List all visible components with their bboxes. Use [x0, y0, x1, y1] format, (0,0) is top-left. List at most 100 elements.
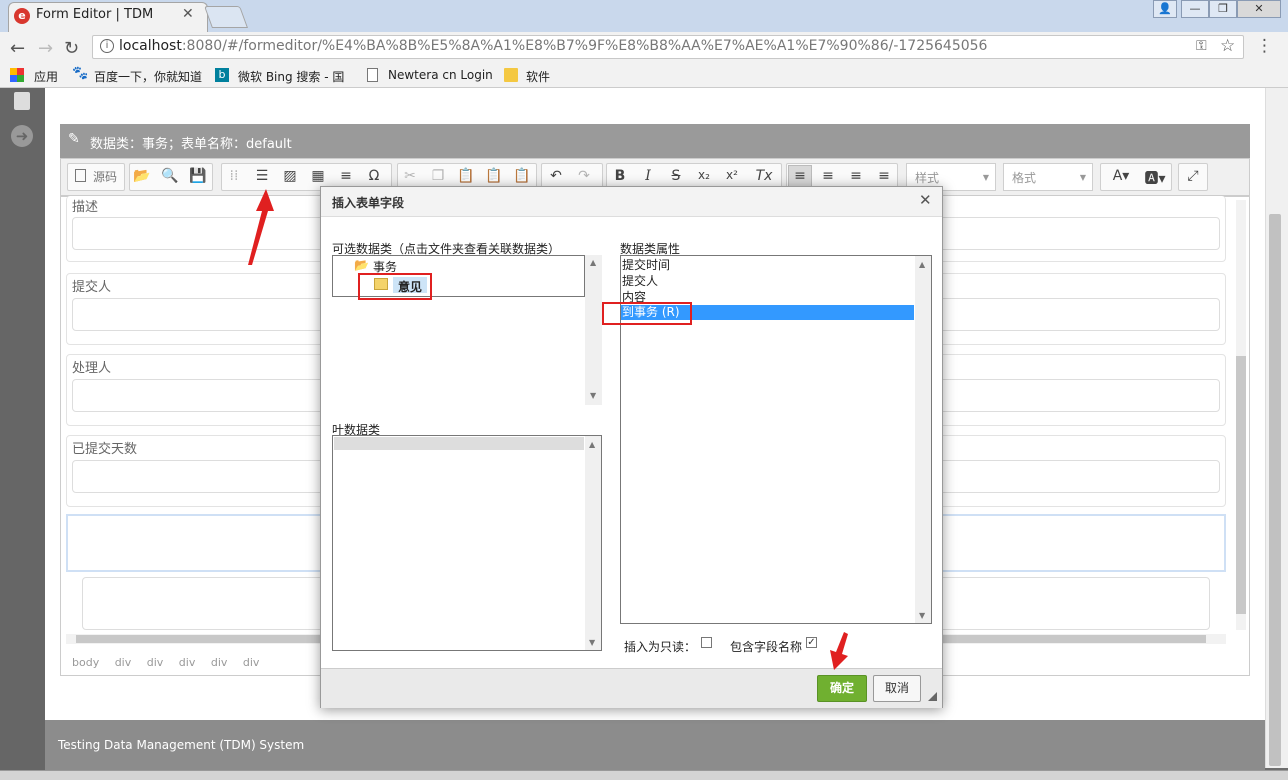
- bookmark-newtera[interactable]: Newtera cn Login: [388, 68, 493, 82]
- pencil-icon: ✎: [68, 131, 80, 147]
- footer-text: Testing Data Management (TDM) System: [58, 738, 305, 752]
- include-name-checkbox[interactable]: ✓: [806, 637, 817, 648]
- attribute-list-scrollbar[interactable]: [915, 256, 931, 623]
- annotation-box-attribute: [602, 302, 692, 325]
- paste-icon[interactable]: 📋: [456, 168, 476, 184]
- baidu-paw-icon: 🐾: [72, 66, 89, 81]
- page-icon: [367, 68, 378, 82]
- special-char-icon[interactable]: Ω: [364, 168, 384, 184]
- annotation-box-tree: [358, 273, 432, 300]
- undo-icon[interactable]: ↶: [546, 168, 566, 184]
- key-icon[interactable]: ⚿: [1196, 38, 1207, 54]
- scroll-up-arrow-icon[interactable]: ▲: [589, 440, 595, 449]
- leaf-list-empty-row: [334, 437, 584, 450]
- italic-icon[interactable]: I: [638, 168, 658, 184]
- cut-icon[interactable]: ✂: [400, 168, 420, 184]
- open-folder-icon: 📂: [354, 258, 369, 272]
- source-icon: [75, 169, 86, 182]
- include-name-label: 包含字段名称: [730, 640, 803, 654]
- bing-icon: b: [215, 68, 229, 82]
- save-icon[interactable]: 💾: [188, 168, 208, 184]
- page-scrollbar-thumb[interactable]: [1269, 214, 1281, 766]
- attribute-item[interactable]: 提交时间: [621, 258, 914, 273]
- class-tree-scrollbar[interactable]: [585, 255, 602, 405]
- preview-icon[interactable]: 🔍: [160, 168, 180, 184]
- paste-word-icon[interactable]: 📋: [512, 168, 532, 184]
- image-icon[interactable]: ▨: [280, 168, 300, 184]
- annotation-arrow-toolbar: [248, 189, 274, 265]
- scroll-up-arrow-icon[interactable]: ▲: [590, 258, 596, 267]
- scroll-up-arrow-icon[interactable]: ▲: [919, 260, 925, 269]
- open-folder-icon[interactable]: 📂: [132, 168, 152, 184]
- bookmark-star-icon[interactable]: ☆: [1220, 36, 1235, 56]
- maximize-icon: ⤢: [1187, 168, 1199, 184]
- left-sidebar: [0, 88, 45, 780]
- bold-icon[interactable]: B: [610, 168, 630, 184]
- forward-arrow-icon[interactable]: →: [38, 38, 53, 59]
- align-right-icon[interactable]: ≡: [846, 168, 866, 184]
- align-center-icon[interactable]: ≡: [818, 168, 838, 184]
- remove-format-icon[interactable]: Tx: [754, 168, 774, 184]
- field-label-submitter: 提交人: [72, 280, 112, 295]
- apps-grid-icon: [10, 68, 24, 82]
- folder-icon: [504, 68, 518, 82]
- horizontal-line-icon[interactable]: ≡: [336, 168, 356, 184]
- new-tab-button[interactable]: [203, 6, 249, 28]
- dialog-title: 插入表单字段: [332, 196, 405, 210]
- form-list-icon[interactable]: [14, 92, 30, 110]
- info-icon[interactable]: i: [100, 39, 114, 53]
- panel-title: 数据类：事务；表单名称：default: [90, 137, 292, 152]
- element-path[interactable]: body div div div div div: [72, 656, 259, 669]
- copy-icon[interactable]: ❐: [428, 168, 448, 184]
- bookmark-software-folder[interactable]: 软件: [526, 68, 550, 85]
- field-label-description: 描述: [72, 200, 99, 215]
- bookmark-bing[interactable]: 微软 Bing 搜索 - 国: [238, 68, 344, 85]
- bg-color-icon[interactable]: 🅰▾: [1140, 168, 1170, 188]
- grid-icon[interactable]: ⁞⁞: [224, 168, 244, 184]
- dialog-header[interactable]: [321, 187, 942, 217]
- field-label-days: 已提交天数: [72, 442, 138, 457]
- scroll-down-arrow-icon[interactable]: ▼: [589, 638, 595, 647]
- redo-icon[interactable]: ↷: [574, 168, 594, 184]
- format-select[interactable]: 格式 ▼: [1003, 163, 1093, 191]
- scroll-down-arrow-icon[interactable]: ▼: [919, 611, 925, 620]
- user-profile-icon[interactable]: 👤: [1153, 0, 1177, 18]
- cancel-button[interactable]: 取消: [873, 675, 921, 702]
- close-icon[interactable]: ✕: [919, 191, 932, 209]
- align-justify-icon[interactable]: ≡: [874, 168, 894, 184]
- scroll-down-arrow-icon[interactable]: ▼: [590, 391, 596, 400]
- arrow-right-circle-icon[interactable]: ➜: [11, 125, 33, 147]
- attribute-item[interactable]: 提交人: [621, 274, 914, 289]
- ok-button[interactable]: 确定: [817, 675, 867, 702]
- text-color-icon[interactable]: A▾: [1106, 168, 1136, 184]
- source-label: 源码: [93, 170, 118, 184]
- annotation-arrow-ok: [830, 632, 848, 670]
- browser-menu-icon[interactable]: ⋮: [1256, 36, 1273, 56]
- subscript-icon[interactable]: x₂: [694, 168, 714, 182]
- close-window-button[interactable]: ✕: [1237, 0, 1281, 18]
- paste-text-icon[interactable]: 📋: [484, 168, 504, 184]
- back-arrow-icon[interactable]: ←: [10, 38, 25, 59]
- table-icon[interactable]: ▦: [308, 168, 328, 184]
- editor-vscroll-thumb[interactable]: [1236, 356, 1246, 614]
- leaf-class-list[interactable]: [332, 435, 602, 651]
- align-left-icon[interactable]: ≡: [790, 168, 810, 184]
- taskbar: [0, 770, 1288, 780]
- superscript-icon[interactable]: x²: [722, 168, 742, 182]
- insert-field-icon[interactable]: ☰: [252, 168, 272, 184]
- tab-close-icon[interactable]: ✕: [182, 6, 194, 22]
- strikethrough-icon[interactable]: S: [666, 168, 686, 184]
- restore-window-button[interactable]: ❐: [1209, 0, 1237, 18]
- tab-title: Form Editor | TDM: [36, 7, 154, 22]
- leaf-list-scrollbar[interactable]: [585, 436, 601, 650]
- url-text: localhost:8080/#/formeditor/%E4%BA%8B%E5…: [119, 38, 988, 54]
- bookmark-apps[interactable]: 应用: [34, 68, 58, 85]
- readonly-label: 插入为只读：: [624, 640, 697, 654]
- resize-grip-icon[interactable]: [928, 692, 937, 701]
- reload-icon[interactable]: ↻: [64, 38, 79, 59]
- minimize-window-button[interactable]: —: [1181, 0, 1209, 18]
- field-label-handler: 处理人: [72, 361, 112, 376]
- site-logo-icon: e: [14, 8, 30, 24]
- readonly-checkbox[interactable]: [701, 637, 712, 648]
- bookmark-baidu[interactable]: 百度一下，你就知道: [94, 68, 202, 85]
